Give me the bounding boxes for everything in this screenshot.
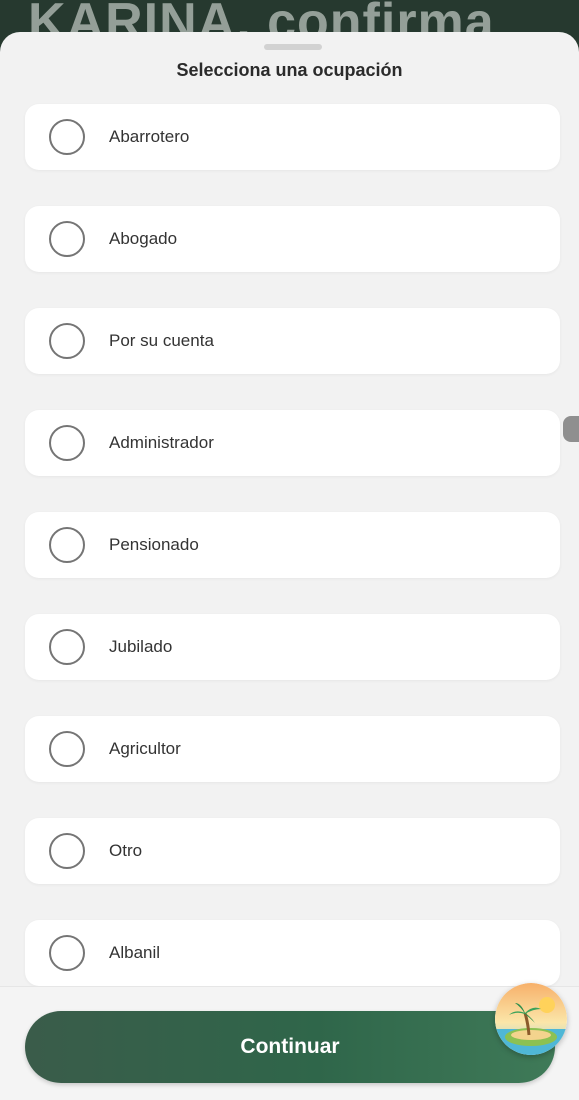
option-label: Administrador [109, 433, 214, 452]
option-label: Abarrotero [109, 127, 190, 146]
occupation-option[interactable]: Administrador [25, 410, 560, 476]
radio-button[interactable] [49, 221, 85, 257]
scrollbar-thumb[interactable] [563, 416, 579, 442]
radio-button[interactable] [49, 527, 85, 563]
radio-button[interactable] [49, 731, 85, 767]
option-label: Pensionado [109, 535, 199, 554]
radio-button[interactable] [49, 833, 85, 869]
sheet-drag-handle[interactable] [264, 44, 322, 50]
occupation-option[interactable]: Pensionado [25, 512, 560, 578]
radio-button[interactable] [49, 629, 85, 665]
sheet-title: Selecciona una ocupación [176, 60, 403, 80]
option-label: Albanil [109, 943, 161, 962]
option-label: Agricultor [109, 739, 181, 758]
radio-button[interactable] [49, 323, 85, 359]
occupation-option[interactable]: Por su cuenta [25, 308, 560, 374]
occupation-option[interactable]: Albanil [25, 920, 560, 986]
beach-island-icon[interactable] [495, 983, 567, 1055]
occupation-option[interactable]: Jubilado [25, 614, 560, 680]
radio-button[interactable] [49, 425, 85, 461]
continue-button[interactable]: Continuar [25, 1011, 555, 1083]
option-label: Por su cuenta [109, 331, 214, 350]
occupation-option[interactable]: Abogado [25, 206, 560, 272]
radio-button[interactable] [49, 935, 85, 971]
radio-button[interactable] [49, 119, 85, 155]
occupation-option[interactable]: Agricultor [25, 716, 560, 782]
occupation-option[interactable]: Otro [25, 818, 560, 884]
sheet-footer: Continuar [0, 986, 579, 1100]
occupation-option[interactable]: Abarrotero [25, 104, 560, 170]
option-label: Jubilado [109, 637, 173, 656]
occupation-bottom-sheet: Selecciona una ocupación Abarrotero Abog… [0, 32, 579, 1100]
beach-island-icon-graphic [495, 983, 567, 1055]
option-label: Abogado [109, 229, 178, 248]
option-label: Otro [109, 841, 143, 860]
